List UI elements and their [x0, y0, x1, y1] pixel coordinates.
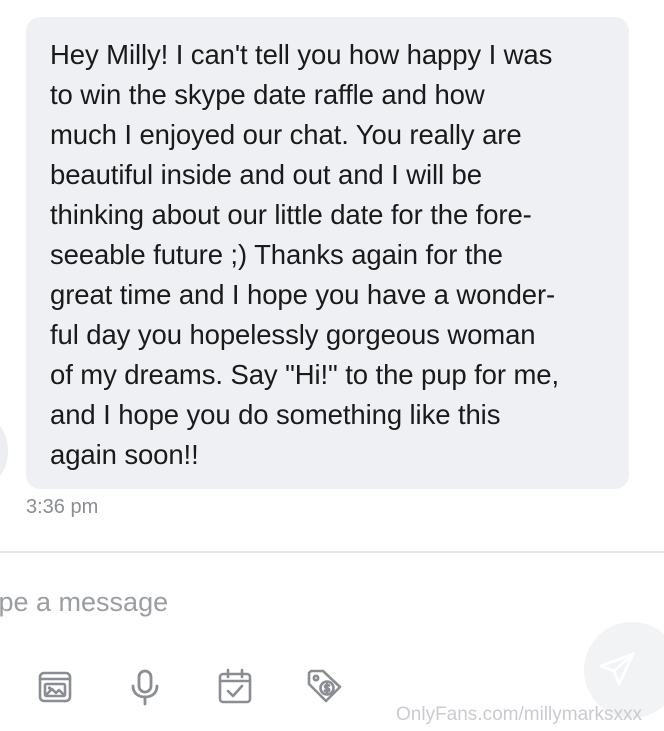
calendar-check-icon	[215, 667, 255, 707]
message-bubble: Hey Milly! I can't tell you how happy I …	[26, 17, 629, 489]
watermark: OnlyFans.com/millymarksxxx	[396, 704, 642, 725]
avatar[interactable]	[0, 422, 8, 480]
price-button[interactable]	[302, 664, 348, 710]
voice-message-button[interactable]	[122, 664, 168, 710]
send-icon	[599, 647, 637, 694]
message-text: Hey Milly! I can't tell you how happy I …	[50, 39, 559, 470]
message-timestamp: 3:36 pm	[26, 496, 99, 518]
price-tag-icon	[305, 667, 345, 707]
composer-divider	[0, 551, 664, 553]
image-icon	[35, 667, 75, 707]
schedule-button[interactable]	[212, 664, 258, 710]
add-media-button[interactable]	[32, 664, 78, 710]
microphone-icon	[125, 667, 165, 707]
message-input[interactable]	[0, 582, 530, 622]
